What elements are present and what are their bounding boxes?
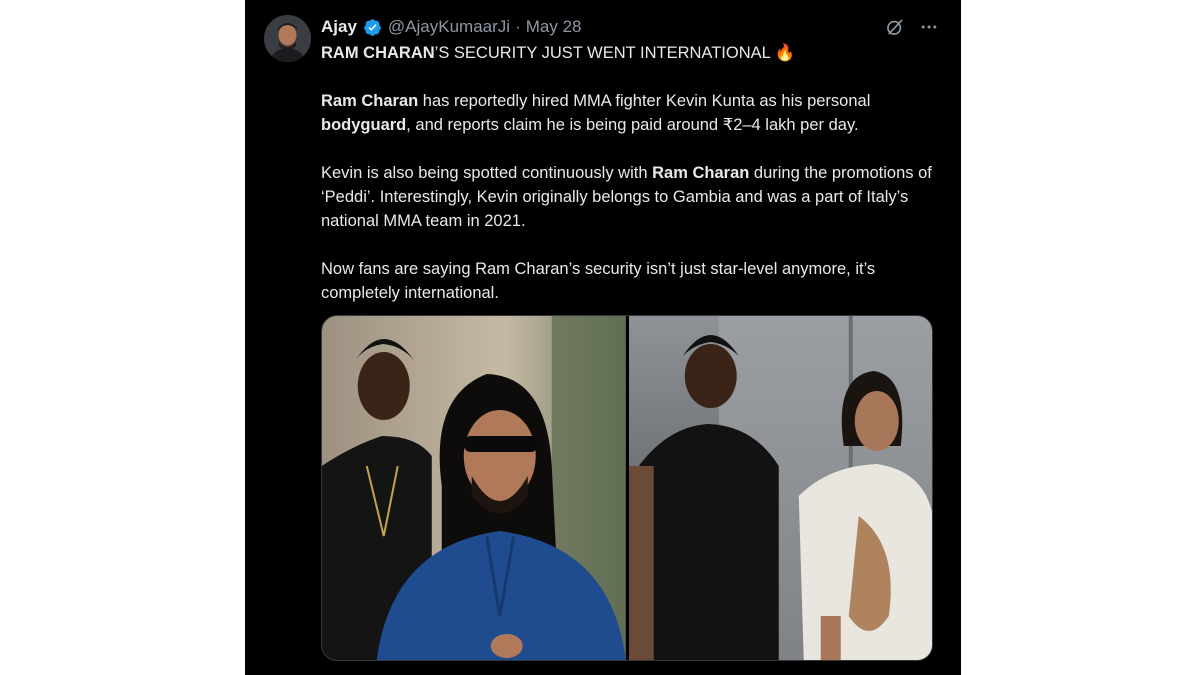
tweet-card: Ajay @AjayKumaarJi · May 28 RAM CHARAN’S… [245,0,961,675]
tweet-text: RAM CHARAN’S SECURITY JUST WENT INTERNAT… [321,41,941,329]
more-icon[interactable] [919,17,939,37]
tweet-paragraph-1: Ram Charan has reportedly hired MMA figh… [321,89,941,137]
photo-left-image [322,316,626,660]
display-name[interactable]: Ajay [321,17,357,37]
paragraph-1-text-a: has reportedly hired MMA fighter Kevin K… [418,92,871,110]
tweet-media[interactable] [321,315,933,661]
avatar[interactable] [264,15,311,62]
headline-name: RAM CHARAN [321,44,435,62]
bodyguard-bold: bodyguard [321,116,407,134]
paragraph-1-text-b: , and reports claim he is being paid aro… [406,116,859,134]
mention-ram-charan-2: Ram Charan [652,164,750,182]
tweet-headline: RAM CHARAN’S SECURITY JUST WENT INTERNAT… [321,41,941,65]
mention-ram-charan-1: Ram Charan [321,92,419,110]
photo-right[interactable] [628,316,932,660]
photo-left[interactable] [322,316,626,660]
headline-text: ’S SECURITY JUST WENT INTERNATIONAL [434,44,775,62]
user-handle[interactable]: @AjayKumaarJi [388,17,510,37]
separator-dot: · [515,17,521,36]
photo-right-image [628,316,932,660]
grok-icon[interactable] [885,17,905,37]
tweet-date[interactable]: May 28 [526,17,582,37]
paragraph-2-text-a: Kevin is also being spotted continuously… [321,164,653,182]
tweet-paragraph-2: Kevin is also being spotted continuously… [321,161,941,233]
verified-badge-icon [364,18,381,36]
tweet-paragraph-3: Now fans are saying Ram Charan’s securit… [321,260,876,302]
tweet-actions [885,17,939,37]
avatar-image [264,15,311,62]
fire-emoji-icon: 🔥 [774,44,796,62]
tweet-header: Ajay @AjayKumaarJi · May 28 [321,15,581,39]
